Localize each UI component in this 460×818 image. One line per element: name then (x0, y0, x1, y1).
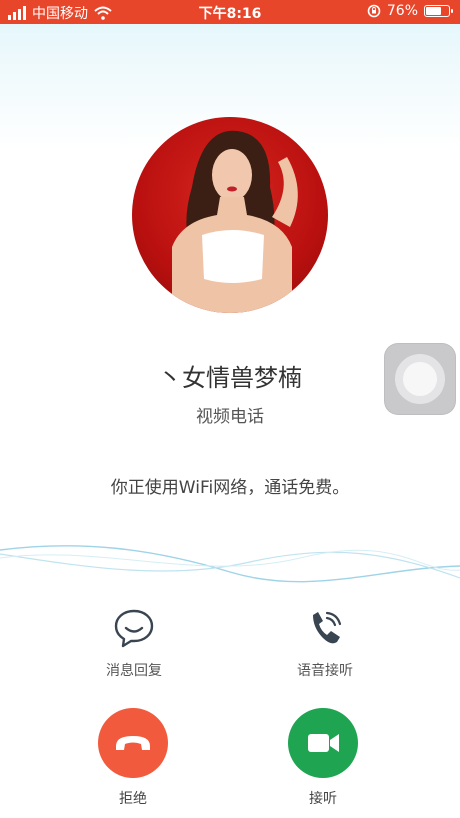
voice-answer-button[interactable]: 语音接听 (265, 606, 385, 680)
accept-video-button[interactable]: 接听 (263, 708, 383, 808)
decline-circle[interactable] (98, 708, 168, 778)
message-reply-label: 消息回复 (106, 663, 162, 679)
voice-answer-label: 语音接听 (297, 663, 353, 679)
caller-photo (172, 130, 298, 313)
video-camera-icon (308, 734, 339, 752)
decline-button[interactable]: 拒绝 (73, 708, 193, 808)
chat-bubble-icon (114, 609, 154, 648)
wifi-free-notice: 你正使用WiFi网络，通话免费。 (110, 478, 350, 498)
battery-percent: 76% (386, 3, 418, 19)
caller-avatar (132, 117, 328, 313)
accept-label: 接听 (309, 791, 337, 807)
hang-up-icon (116, 736, 150, 750)
phone-voice-icon (313, 611, 342, 644)
message-reply-button[interactable]: 消息回复 (74, 606, 194, 680)
accept-circle[interactable] (288, 708, 358, 778)
battery-icon (424, 5, 453, 17)
status-bar: 中国移动 下午8:16 76% (0, 0, 460, 24)
decline-label: 拒绝 (119, 791, 147, 807)
rotation-lock-icon (367, 4, 381, 18)
assistive-touch-button[interactable] (384, 343, 456, 415)
wave-decoration (0, 545, 460, 583)
assistive-touch-dot (403, 362, 437, 396)
